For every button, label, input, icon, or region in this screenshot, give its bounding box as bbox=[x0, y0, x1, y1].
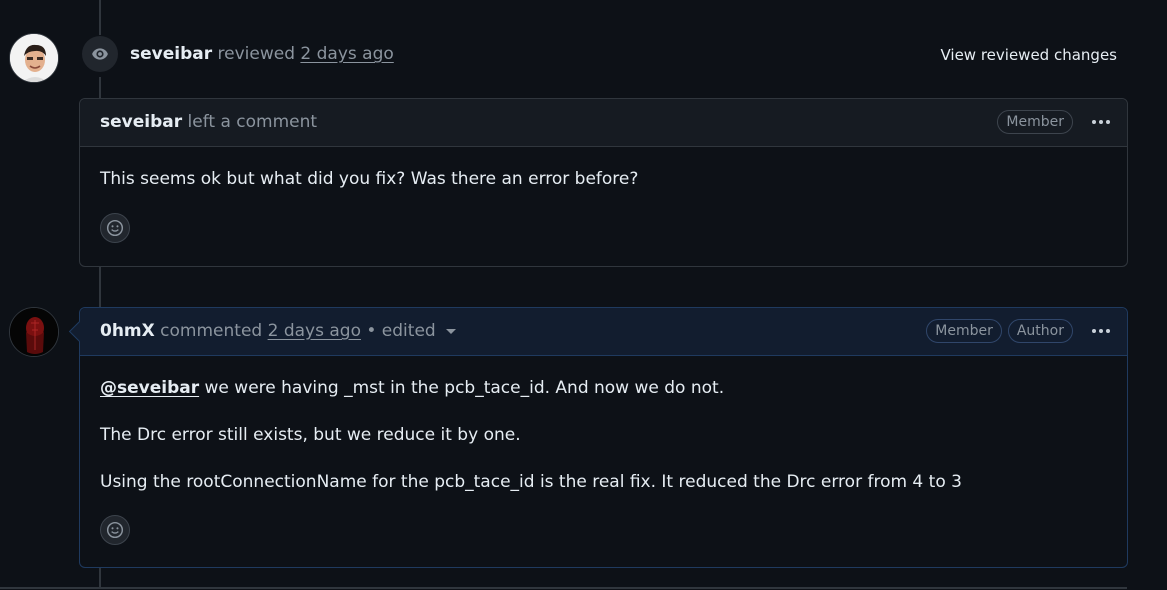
comment-body: This seems ok but what did you fix? Was … bbox=[80, 147, 1127, 189]
timeline-line bbox=[99, 0, 101, 35]
review-action-text: reviewed bbox=[217, 44, 296, 64]
divider bbox=[0, 587, 1127, 589]
edited-dropdown[interactable]: • edited bbox=[366, 321, 456, 341]
comment-author-link[interactable]: 0hmX bbox=[100, 321, 155, 341]
comment-header-actions: Member Author bbox=[926, 319, 1115, 343]
smiley-icon[interactable] bbox=[100, 213, 130, 243]
comment-text: This seems ok but what did you fix? Was … bbox=[100, 169, 639, 189]
kebab-icon[interactable] bbox=[1087, 110, 1115, 134]
chevron-down-icon bbox=[445, 328, 456, 334]
edited-label: • edited bbox=[366, 321, 436, 341]
comment-text: we were having _mst in the pcb_tace_id. … bbox=[199, 378, 725, 398]
avatar-image bbox=[10, 308, 58, 356]
author-badge: Author bbox=[1007, 319, 1073, 343]
comment-header: seveibar left a comment Member bbox=[80, 99, 1127, 147]
member-badge: Member bbox=[997, 110, 1073, 134]
user-mention-link[interactable]: @seveibar bbox=[100, 378, 199, 398]
kebab-icon[interactable] bbox=[1087, 319, 1115, 343]
comment-body: @seveibar we were having _mst in the pcb… bbox=[80, 356, 1127, 493]
review-event: seveibar reviewed 2 days ago View review… bbox=[0, 35, 1167, 77]
pr-timeline: seveibar reviewed 2 days ago View review… bbox=[0, 0, 1167, 590]
view-reviewed-changes-button[interactable]: View reviewed changes bbox=[940, 46, 1117, 64]
eye-icon bbox=[82, 36, 118, 72]
timeline-line bbox=[99, 266, 101, 308]
timeline-line bbox=[99, 77, 101, 99]
member-badge: Member bbox=[926, 319, 1002, 343]
comment-header-text: seveibar left a comment bbox=[100, 112, 317, 132]
review-author-link[interactable]: seveibar bbox=[130, 44, 212, 64]
comment-author-link[interactable]: seveibar bbox=[100, 112, 182, 132]
comment-timestamp-link[interactable]: 2 days ago bbox=[268, 321, 361, 341]
author-comment: 0hmX commented 2 days ago • edited Membe… bbox=[68, 307, 1128, 568]
smiley-icon[interactable] bbox=[100, 515, 130, 545]
avatar-0hmx[interactable] bbox=[9, 307, 59, 357]
comment-action-text: left a comment bbox=[187, 112, 318, 132]
comment-header-actions: Member bbox=[997, 110, 1115, 134]
timeline-line bbox=[99, 567, 101, 587]
comment-paragraph: Using the rootConnectionName for the pcb… bbox=[100, 472, 962, 492]
review-summary: seveibar reviewed 2 days ago bbox=[130, 44, 394, 64]
review-comment: seveibar left a comment Member This seem… bbox=[79, 98, 1128, 267]
review-timestamp-link[interactable]: 2 days ago bbox=[300, 44, 393, 64]
comment-action-text: commented bbox=[160, 321, 263, 341]
comment-header-text: 0hmX commented 2 days ago • edited bbox=[100, 321, 456, 341]
comment-header: 0hmX commented 2 days ago • edited Membe… bbox=[80, 308, 1127, 356]
comment-paragraph: The Drc error still exists, but we reduc… bbox=[100, 425, 521, 445]
comment-paragraph: @seveibar we were having _mst in the pcb… bbox=[100, 377, 1107, 399]
